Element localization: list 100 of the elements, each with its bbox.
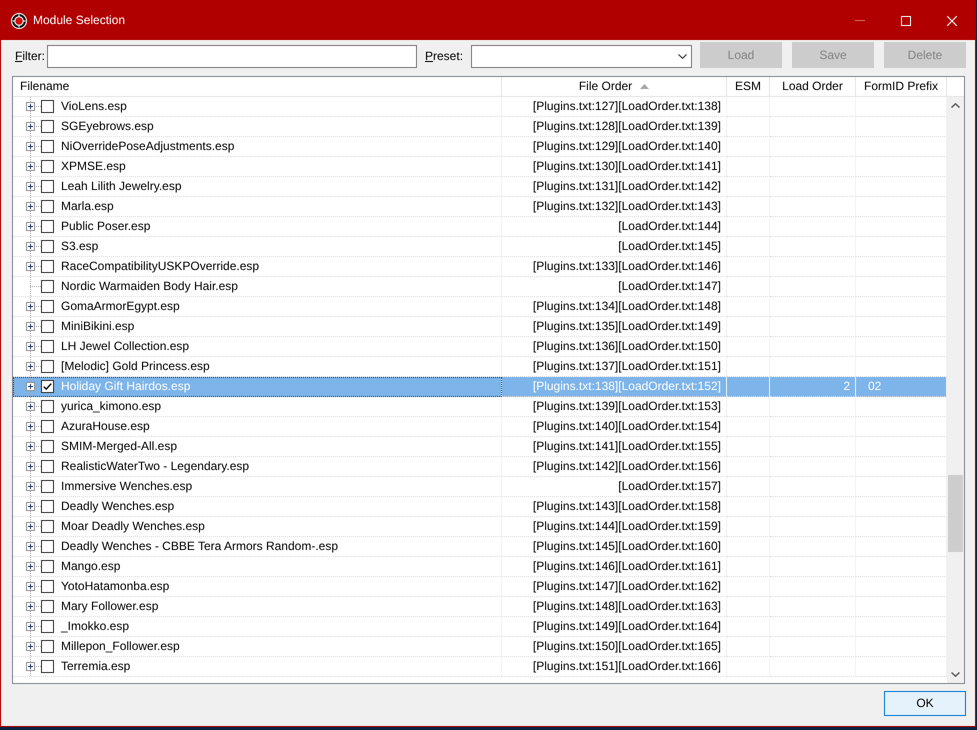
scrollbar-thumb[interactable]: [948, 475, 963, 552]
checkbox[interactable]: [41, 180, 54, 193]
preset-dropdown[interactable]: [471, 45, 692, 68]
checkbox[interactable]: [41, 100, 54, 113]
column-header[interactable]: ESM: [727, 77, 770, 97]
checkbox[interactable]: [41, 560, 54, 573]
expand-icon[interactable]: [26, 322, 35, 331]
expand-icon[interactable]: [26, 622, 35, 631]
expand-icon[interactable]: [26, 182, 35, 191]
checkbox[interactable]: [41, 540, 54, 553]
expand-icon[interactable]: [26, 122, 35, 131]
checkbox[interactable]: [41, 320, 54, 333]
checkbox[interactable]: [41, 660, 54, 673]
table-row[interactable]: RaceCompatibilityUSKPOverride.esp [Plugins.txt:133][LoadOrder.txt:146]: [13, 257, 947, 277]
checkbox[interactable]: [41, 620, 54, 633]
table-row[interactable]: Millepon_Follower.esp [Plugins.txt:150][LoadOrder.txt:165]: [13, 637, 947, 657]
table-row[interactable]: AzuraHouse.esp [Plugins.txt:140][LoadOrder.txt:154]: [13, 417, 947, 437]
expand-icon[interactable]: [26, 542, 35, 551]
checkbox[interactable]: [41, 240, 54, 253]
expand-icon[interactable]: [26, 602, 35, 611]
table-row[interactable]: Public Poser.esp [LoadOrder.txt:144]: [13, 217, 947, 237]
table-row[interactable]: VioLens.esp [Plugins.txt:127][LoadOrder.txt:138]: [13, 97, 947, 117]
table-row[interactable]: XPMSE.esp [Plugins.txt:130][LoadOrder.txt:141]: [13, 157, 947, 177]
table-row[interactable]: Deadly Wenches.esp [Plugins.txt:143][LoadOrder.txt:158]: [13, 497, 947, 517]
expand-icon[interactable]: [26, 482, 35, 491]
expand-icon[interactable]: [26, 582, 35, 591]
table-row[interactable]: YotoHatamonba.esp [Plugins.txt:147][LoadOrder.txt:162]: [13, 577, 947, 597]
table-row[interactable]: LH Jewel Collection.esp [Plugins.txt:136][LoadOrder.txt:150]: [13, 337, 947, 357]
table-row[interactable]: MiniBikini.esp [Plugins.txt:135][LoadOrder.txt:149]: [13, 317, 947, 337]
expand-icon[interactable]: [26, 102, 35, 111]
expand-icon[interactable]: [26, 522, 35, 531]
checkbox[interactable]: [41, 520, 54, 533]
table-row[interactable]: Marla.esp [Plugins.txt:132][LoadOrder.txt:143]: [13, 197, 947, 217]
table-row[interactable]: Mary Follower.esp [Plugins.txt:148][LoadOrder.txt:163]: [13, 597, 947, 617]
expand-icon[interactable]: [26, 142, 35, 151]
ok-button[interactable]: OK: [884, 691, 966, 716]
filter-field[interactable]: [47, 45, 417, 68]
expand-icon[interactable]: [26, 422, 35, 431]
checkbox[interactable]: [41, 300, 54, 313]
table-row[interactable]: Immersive Wenches.esp [LoadOrder.txt:157]: [13, 477, 947, 497]
expand-icon[interactable]: [26, 162, 35, 171]
checkbox[interactable]: [41, 280, 54, 293]
expand-icon[interactable]: [26, 302, 35, 311]
table-row[interactable]: RealisticWaterTwo - Legendary.esp [Plugins.txt:142][LoadOrder.txt:156]: [13, 457, 947, 477]
expand-icon[interactable]: [26, 402, 35, 411]
expand-icon[interactable]: [26, 342, 35, 351]
chevron-up-icon[interactable]: [951, 103, 960, 108]
checkbox[interactable]: [41, 200, 54, 213]
checkbox[interactable]: [41, 440, 54, 453]
table-row[interactable]: GomaArmorEgypt.esp [Plugins.txt:134][LoadOrder.txt:148]: [13, 297, 947, 317]
checkbox[interactable]: [41, 640, 54, 653]
table-row[interactable]: Leah Lilith Jewelry.esp [Plugins.txt:131][LoadOrder.txt:142]: [13, 177, 947, 197]
expand-icon[interactable]: [26, 642, 35, 651]
table-row[interactable]: Terremia.esp [Plugins.txt:151][LoadOrder.txt:166]: [13, 657, 947, 677]
table-row[interactable]: Moar Deadly Wenches.esp [Plugins.txt:144][LoadOrder.txt:159]: [13, 517, 947, 537]
checkbox[interactable]: [41, 140, 54, 153]
expand-icon[interactable]: [26, 382, 35, 391]
checkbox[interactable]: [41, 580, 54, 593]
expand-icon[interactable]: [26, 562, 35, 571]
expand-icon[interactable]: [26, 662, 35, 671]
checkbox[interactable]: [41, 360, 54, 373]
expand-icon[interactable]: [26, 502, 35, 511]
file-order: [LoadOrder.txt:147]: [618, 279, 721, 294]
table-row[interactable]: Deadly Wenches - CBBE Tera Armors Random-.esp [Plugins.txt:145][LoadOrder.txt:160]: [13, 537, 947, 557]
checkbox[interactable]: [41, 600, 54, 613]
close-icon[interactable]: [947, 16, 957, 26]
expand-icon[interactable]: [26, 362, 35, 371]
checkbox[interactable]: [41, 400, 54, 413]
expand-icon[interactable]: [26, 222, 35, 231]
checkbox[interactable]: [41, 500, 54, 513]
checkbox[interactable]: [41, 460, 54, 473]
column-header[interactable]: FormID Prefix: [856, 77, 947, 97]
checkbox[interactable]: [41, 260, 54, 273]
scrollbar-track[interactable]: [947, 97, 964, 683]
column-header[interactable]: Load Order: [770, 77, 856, 97]
expand-icon[interactable]: [26, 462, 35, 471]
chevron-down-icon[interactable]: [951, 672, 960, 677]
table-row[interactable]: NiOverridePoseAdjustments.esp [Plugins.txt:129][LoadOrder.txt:140]: [13, 137, 947, 157]
checkbox[interactable]: [41, 160, 54, 173]
maximize-icon[interactable]: [901, 16, 911, 26]
column-header[interactable]: File Order: [502, 77, 727, 97]
checkbox[interactable]: [41, 380, 54, 393]
column-header[interactable]: Filename: [13, 77, 502, 97]
file-name: Leah Lilith Jewelry.esp: [61, 179, 182, 194]
table-row[interactable]: S3.esp [LoadOrder.txt:145]: [13, 237, 947, 257]
table-row[interactable]: SMIM-Merged-All.esp [Plugins.txt:141][LoadOrder.txt:155]: [13, 437, 947, 457]
table-row[interactable]: SGEyebrows.esp [Plugins.txt:128][LoadOrder.txt:139]: [13, 117, 947, 137]
table-row[interactable]: Nordic Warmaiden Body Hair.esp [LoadOrder.txt:147]: [13, 277, 947, 297]
expand-icon[interactable]: [26, 242, 35, 251]
expand-icon[interactable]: [26, 442, 35, 451]
table-row[interactable]: Mango.esp [Plugins.txt:146][LoadOrder.txt:161]: [13, 557, 947, 577]
expand-icon[interactable]: [26, 202, 35, 211]
table-row[interactable]: _Imokko.esp [Plugins.txt:149][LoadOrder.txt:164]: [13, 617, 947, 637]
checkbox[interactable]: [41, 120, 54, 133]
table-row[interactable]: yurica_kimono.esp [Plugins.txt:139][LoadOrder.txt:153]: [13, 397, 947, 417]
checkbox[interactable]: [41, 220, 54, 233]
expand-icon[interactable]: [26, 262, 35, 271]
checkbox[interactable]: [41, 420, 54, 433]
checkbox[interactable]: [41, 480, 54, 493]
checkbox[interactable]: [41, 340, 54, 353]
